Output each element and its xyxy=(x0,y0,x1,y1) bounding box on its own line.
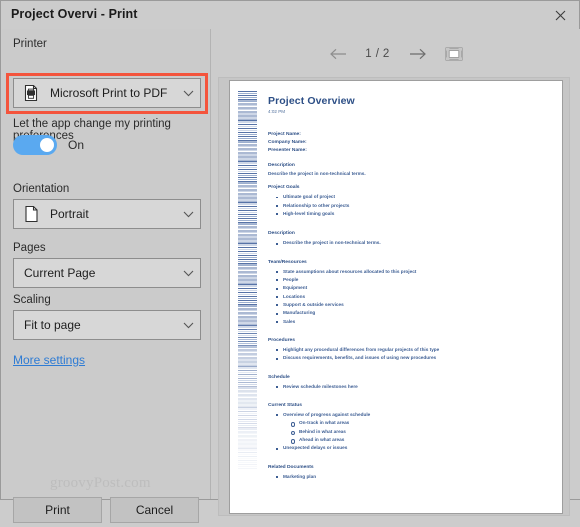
section-paragraph: Describe the project in non-technical te… xyxy=(268,170,366,176)
section-bullets: Overview of progress against schedule On… xyxy=(268,411,554,453)
list-item: Marketing plan xyxy=(268,473,554,481)
page-title: Project Overvi - Print xyxy=(11,7,138,21)
pages-select[interactable]: Current Page xyxy=(13,258,201,288)
close-icon[interactable] xyxy=(543,3,577,27)
print-dialog-window: Project Overvi - Print Printer Microsoft… xyxy=(0,0,580,523)
page-indicator: 1 / 2 xyxy=(365,48,390,60)
document-section: Procedures Highlight any procedural diff… xyxy=(268,337,554,363)
document-section: Current Status Overview of progress agai… xyxy=(268,402,554,453)
section-bullets: Ultimate goal of project Relationship to… xyxy=(268,193,554,218)
watermark: groovyPost.com xyxy=(50,475,151,491)
toggle-switch[interactable] xyxy=(13,135,57,155)
document-margin-stripe xyxy=(238,91,257,469)
settings-pane: Printer Microsoft Print to PDF Let the a… xyxy=(2,29,210,523)
arrow-left-icon[interactable] xyxy=(327,43,349,65)
cancel-button[interactable]: Cancel xyxy=(110,497,199,523)
document-section: Description Describe the project in non-… xyxy=(268,230,554,247)
list-item: Ahead in what areas xyxy=(268,436,554,444)
section-bullets: State assumptions about resources alloca… xyxy=(268,268,554,327)
list-item: Describe the project in non-technical te… xyxy=(268,239,554,247)
section-heading: Team/Resources xyxy=(268,259,307,265)
chevron-down-icon xyxy=(176,322,200,329)
section-bullets: Marketing plan xyxy=(268,473,554,481)
chevron-down-icon xyxy=(176,211,200,218)
list-item: Equipment xyxy=(268,284,554,292)
document-section: Team/Resources State assumptions about r… xyxy=(268,259,554,326)
document-title: Project Overview xyxy=(268,95,355,107)
scaling-value: Fit to page xyxy=(24,318,81,332)
list-item: Locations xyxy=(268,293,554,301)
document-section: Related Documents Marketing plan xyxy=(268,464,554,481)
document-content: Project Overview 4:02 PM Project Name: C… xyxy=(268,95,554,481)
app-preference-toggle[interactable]: On xyxy=(13,135,84,155)
document-field: Project Name: xyxy=(268,132,301,137)
title-bar: Project Overvi - Print xyxy=(1,1,579,29)
list-item: Unexpected delays or issues xyxy=(268,444,554,452)
list-item: Ultimate goal of project xyxy=(268,193,554,201)
scaling-select[interactable]: Fit to page xyxy=(13,310,201,340)
section-bullets: Describe the project in non-technical te… xyxy=(268,239,554,247)
section-heading: Description xyxy=(268,231,295,237)
list-item: Highlight any procedural differences fro… xyxy=(268,346,554,354)
list-item: On-track in what areas xyxy=(268,419,554,428)
section-heading: Project Goals xyxy=(268,185,300,191)
list-item: Overview of progress against schedule xyxy=(268,411,554,419)
scaling-label: Scaling xyxy=(13,294,51,306)
printer-select[interactable]: Microsoft Print to PDF xyxy=(13,78,201,108)
preview-toolbar: 1 / 2 xyxy=(211,39,580,69)
document-section: Schedule Review schedule milestones here xyxy=(268,374,554,391)
pages-label: Pages xyxy=(13,242,46,254)
list-item: Behind in what areas xyxy=(268,428,554,436)
section-bullets: Review schedule milestones here xyxy=(268,383,554,391)
document-field: Company Name: xyxy=(268,139,307,145)
list-item: State assumptions about resources alloca… xyxy=(268,268,554,276)
section-heading: Related Documents xyxy=(268,464,314,470)
section-subbullets: On-track in what areas Behind in what ar… xyxy=(268,419,554,444)
chevron-down-icon xyxy=(176,270,200,277)
section-heading: Schedule xyxy=(268,374,290,380)
orientation-value: Portrait xyxy=(50,207,89,221)
section-heading: Description xyxy=(268,162,295,168)
arrow-right-icon[interactable] xyxy=(407,43,429,65)
section-heading: Current Status xyxy=(268,403,302,409)
section-heading: Procedures xyxy=(268,338,295,344)
fit-to-window-icon[interactable] xyxy=(443,43,465,65)
more-settings-link[interactable]: More settings xyxy=(13,353,85,367)
document-section: Description Describe the project in non-… xyxy=(268,162,554,178)
document-section: Project Goals Ultimate goal of project R… xyxy=(268,184,554,218)
preview-pane: 1 / 2 Project Overview 4:02 PM Project N… xyxy=(210,29,580,516)
list-item: Relationship to other projects xyxy=(268,202,554,210)
toggle-knob xyxy=(40,138,54,152)
page-portrait-icon xyxy=(16,205,46,223)
orientation-label: Orientation xyxy=(13,183,70,195)
pages-value: Current Page xyxy=(24,266,96,280)
print-button[interactable]: Print xyxy=(13,497,102,523)
list-item: Sales xyxy=(268,318,554,326)
document-field: Presenter Name: xyxy=(268,147,307,153)
section-bullets: Highlight any procedural differences fro… xyxy=(268,346,554,363)
document-time: 4:02 PM xyxy=(268,109,286,114)
list-item: People xyxy=(268,276,554,284)
chevron-down-icon xyxy=(176,90,200,97)
list-item: Manufacturing xyxy=(268,309,554,317)
printer-value: Microsoft Print to PDF xyxy=(50,86,168,100)
toggle-state-label: On xyxy=(68,138,85,152)
printer-icon xyxy=(16,84,46,102)
dialog-actions: Print Cancel xyxy=(2,497,210,527)
document-page: Project Overview 4:02 PM Project Name: C… xyxy=(229,80,563,514)
list-item: Discuss requirements, benefits, and issu… xyxy=(268,354,554,362)
printer-label: Printer xyxy=(13,38,47,50)
list-item: High-level timing goals xyxy=(268,210,554,218)
orientation-select[interactable]: Portrait xyxy=(13,199,201,229)
list-item: Support & outside services xyxy=(268,301,554,309)
list-item: Review schedule milestones here xyxy=(268,383,554,391)
page-preview-container[interactable]: Project Overview 4:02 PM Project Name: C… xyxy=(218,77,570,516)
